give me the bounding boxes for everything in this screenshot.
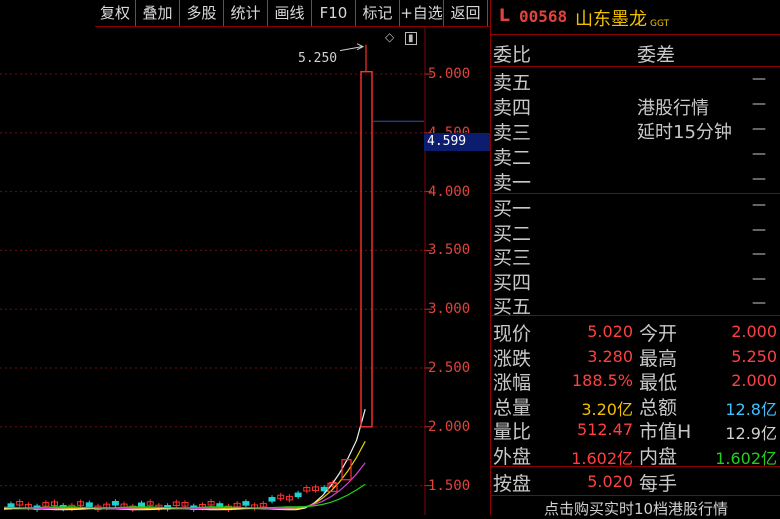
y-tick-label: 3.500: [428, 242, 471, 259]
y-tick-label: 2.000: [428, 418, 471, 435]
sell-level-value: —: [752, 96, 766, 112]
moving-average-line: [3, 409, 366, 511]
divider: [491, 34, 780, 35]
stat-value: 12.9亿: [725, 424, 777, 443]
sell-level-label: 卖四: [493, 97, 532, 119]
current-price-marker: 4.599: [424, 133, 490, 151]
stat-value: 12.8亿: [725, 399, 777, 419]
sell-level-value: —: [752, 146, 766, 162]
sell-level-label: 卖二: [493, 147, 532, 169]
weibi-label: 委比: [493, 44, 532, 66]
stat-label: 外盘: [493, 445, 532, 468]
candle-body: [111, 500, 119, 506]
stock-name: 山东墨龙: [575, 9, 647, 30]
panel-toggle-icon[interactable]: ▮: [405, 32, 417, 45]
quote-panel: L 00568 山东墨龙 GGT 委比 委差 卖五 — 卖四 — 卖三 — 卖二 — 卖…: [490, 0, 780, 518]
buy-realtime-link[interactable]: 点击购买实时10档港股行情: [491, 498, 780, 519]
buy-level-value: —: [752, 270, 766, 287]
anpan-label: 按盘: [493, 473, 532, 495]
stat-value: 2.000: [731, 322, 777, 341]
sell-level-value: —: [752, 121, 766, 137]
y-tick-label: 4.000: [428, 183, 471, 200]
stat-value: 5.020: [587, 322, 633, 341]
peak-price-label: 5.250: [298, 51, 338, 66]
stat-value: 1.602亿: [571, 448, 633, 468]
sell-level-label: 卖三: [493, 122, 532, 144]
fuquan-button[interactable]: 复权: [95, 0, 136, 26]
candle-body: [138, 502, 145, 508]
stat-label: 总额: [639, 396, 678, 419]
anpan-value: 5.020: [587, 472, 633, 491]
draw-line-button[interactable]: 画线: [268, 0, 312, 26]
candle-body: [268, 497, 276, 502]
stat-label: 最高: [639, 347, 678, 370]
sell-level-label: 卖五: [493, 72, 532, 94]
weicha-label: 委差: [637, 44, 676, 66]
divider: [491, 193, 780, 194]
stat-value: 3.280: [587, 346, 633, 366]
delay-notice-line1: 港股行情: [637, 98, 709, 119]
candle-body: [294, 492, 302, 498]
stat-label: 涨幅: [493, 372, 532, 394]
y-tick-label: 3.000: [428, 301, 471, 318]
sell-level-value: —: [752, 171, 766, 187]
buy-level-value: —: [752, 295, 766, 311]
stat-label: 市值H: [639, 421, 692, 443]
stat-value: 188.5%: [571, 371, 633, 390]
stat-value: 2.000: [731, 371, 777, 390]
statistics-button[interactable]: 统计: [224, 0, 268, 26]
buy-level-label: 买三: [493, 247, 532, 269]
candle-body: [7, 503, 15, 508]
stock-header: L 00568 山东墨龙 GGT: [491, 0, 780, 34]
buy-level-value: —: [752, 197, 766, 213]
candle-body: [242, 501, 250, 506]
diamond-icon[interactable]: ◇: [385, 30, 394, 44]
f10-button[interactable]: F10: [312, 0, 356, 26]
multi-stock-button[interactable]: 多股: [180, 0, 224, 26]
stat-label: 涨跌: [493, 347, 532, 370]
stat-value: 512.47: [577, 420, 633, 439]
y-tick-label: 5.000: [428, 66, 471, 83]
buy-level-value: —: [752, 221, 766, 238]
y-tick-label: 2.500: [428, 360, 471, 376]
kline-chart[interactable]: ◇ ▮ 5.250 5.0004.5004.0003.5003.0002.500…: [0, 27, 490, 515]
back-button[interactable]: 返回: [444, 0, 488, 26]
divider: [491, 466, 780, 467]
kline-svg: [0, 27, 432, 515]
chart-toolbar: 复权 叠加 多股 统计 画线 F10 标记 +自选 返回: [0, 0, 490, 27]
spike-candle-body: [360, 70, 373, 428]
stat-label: 现价: [493, 323, 532, 345]
stat-label: 今开: [639, 323, 678, 345]
divider: [491, 315, 780, 316]
ggt-tag: GGT: [650, 19, 670, 29]
divider: [491, 495, 780, 496]
candle-body: [85, 502, 93, 507]
divider: [491, 66, 780, 67]
sell-level-value: —: [752, 71, 766, 87]
stat-value: 3.20亿: [581, 399, 633, 419]
sell-level-label: 卖一: [493, 172, 532, 194]
buy-level-label: 买二: [493, 222, 532, 245]
market-flag: L: [499, 6, 510, 26]
buy-level-label: 买一: [493, 198, 532, 220]
buy-level-value: —: [752, 246, 766, 262]
stat-label: 量比: [493, 421, 532, 443]
stat-label: 总量: [493, 396, 532, 419]
meishou-label: 每手: [639, 473, 678, 495]
stat-value: 1.602亿: [715, 448, 777, 468]
add-watchlist-button[interactable]: +自选: [400, 0, 444, 26]
stat-label: 最低: [639, 372, 678, 394]
overlay-button[interactable]: 叠加: [136, 0, 180, 26]
stock-code: 00568: [519, 7, 568, 26]
y-tick-label: 1.500: [428, 477, 471, 494]
moving-average-line: [3, 441, 366, 510]
delay-notice-line2: 延时15分钟: [637, 122, 732, 143]
mark-button[interactable]: 标记: [356, 0, 400, 26]
buy-level-label: 买四: [493, 271, 532, 294]
stat-value: 5.250: [731, 346, 777, 366]
stat-label: 内盘: [639, 445, 678, 468]
